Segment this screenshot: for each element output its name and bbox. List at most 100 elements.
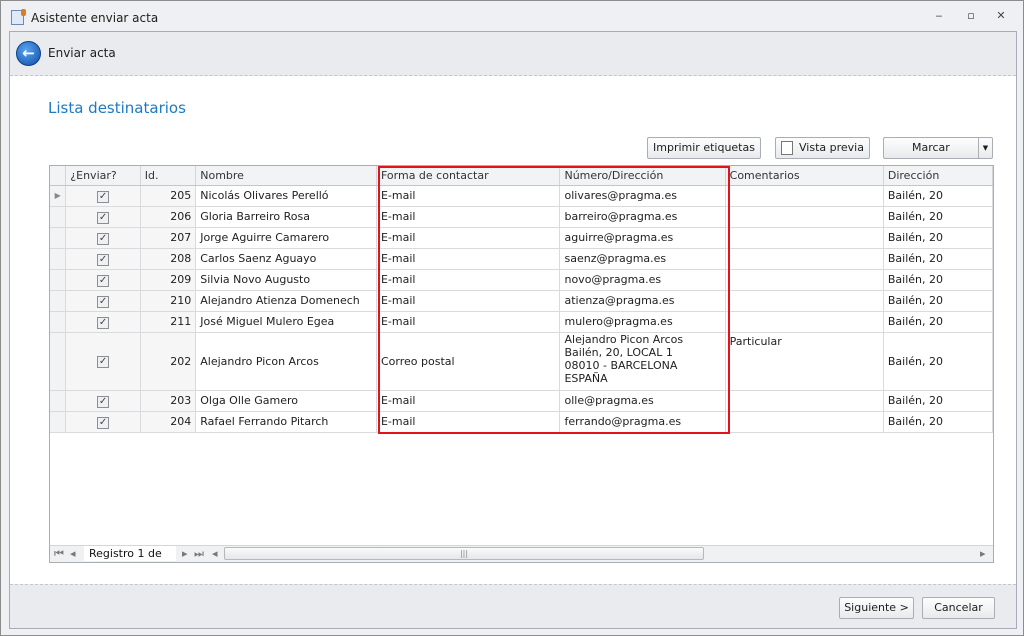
direction-cell: Bailén, 20 [883, 248, 993, 270]
name-cell: Alejandro Atienza Domenech [195, 290, 377, 312]
send-checkbox[interactable]: ✓ [97, 395, 110, 408]
table-row[interactable]: ▶ ✓ 205 Nicolás Olivares Perelló E-mail oliva… [50, 185, 993, 207]
column-header-comments[interactable]: Comentarios [725, 166, 884, 186]
comments-cell [725, 206, 884, 228]
cancel-button[interactable]: Cancelar [922, 597, 995, 619]
app-icon [11, 9, 26, 25]
id-cell: 206 [140, 206, 197, 228]
table-row[interactable]: ✓ 210 Alejandro Atienza Domenech E-mail atie… [50, 290, 993, 312]
contact-method-cell: E-mail [376, 248, 561, 270]
table-row[interactable]: ✓ 207 Jorge Aguirre Camarero E-mail aguirre@… [50, 227, 993, 249]
scroll-left-icon[interactable]: ◂ [212, 547, 218, 560]
comments-cell [725, 290, 884, 312]
horizontal-scrollbar-thumb[interactable]: ||| [224, 547, 704, 560]
send-checkbox[interactable]: ✓ [97, 190, 110, 203]
contact-method-cell: Correo postal [376, 332, 561, 391]
name-cell: Carlos Saenz Aguayo [195, 248, 377, 270]
maximize-button[interactable]: ▫ [961, 9, 981, 25]
table-row[interactable]: ✓ 211 José Miguel Mulero Egea E-mail mulero@… [50, 311, 993, 333]
preview-label: Vista previa [799, 141, 864, 154]
direction-cell: Bailén, 20 [883, 269, 993, 291]
print-labels-button[interactable]: Imprimir etiquetas [647, 137, 761, 159]
chevron-down-icon[interactable]: ▼ [978, 138, 992, 158]
send-checkbox[interactable]: ✓ [97, 253, 110, 266]
column-header-number-address[interactable]: Número/Dirección [559, 166, 726, 186]
table-row[interactable]: ✓ 202 Alejandro Picon Arcos Correo postal Al… [50, 332, 993, 391]
next-record-icon[interactable]: ▸ [182, 547, 188, 560]
row-indicator-header [50, 166, 67, 186]
row-indicator: ▶ [50, 185, 67, 207]
id-cell: 210 [140, 290, 197, 312]
comments-cell [725, 269, 884, 291]
column-header-send[interactable]: ¿Enviar? [65, 166, 141, 186]
send-checkbox-cell[interactable]: ✓ [65, 185, 141, 207]
address-cell: saenz@pragma.es [559, 248, 726, 270]
mark-dropdown-button[interactable]: Marcar ▼ [883, 137, 993, 159]
last-record-icon[interactable]: ⏭ [194, 547, 204, 561]
scroll-right-icon[interactable]: ▸ [980, 547, 986, 560]
send-checkbox-cell[interactable]: ✓ [65, 227, 141, 249]
name-cell: Olga Olle Gamero [195, 390, 377, 412]
send-checkbox-cell[interactable]: ✓ [65, 311, 141, 333]
direction-cell: Bailén, 20 [883, 390, 993, 412]
column-header-contact-method[interactable]: Forma de contactar [376, 166, 561, 186]
row-indicator [50, 290, 67, 312]
address-cell: mulero@pragma.es [559, 311, 726, 333]
send-checkbox[interactable]: ✓ [97, 316, 110, 329]
name-cell: Gloria Barreiro Rosa [195, 206, 377, 228]
next-button[interactable]: Siguiente > [839, 597, 914, 619]
table-row[interactable]: ✓ 209 Silvia Novo Augusto E-mail novo@pragma… [50, 269, 993, 291]
row-indicator [50, 311, 67, 333]
column-header-name[interactable]: Nombre [195, 166, 377, 186]
id-cell: 211 [140, 311, 197, 333]
contact-method-cell: E-mail [376, 411, 561, 433]
id-cell: 208 [140, 248, 197, 270]
contact-method-cell: E-mail [376, 206, 561, 228]
mark-label: Marcar [912, 141, 950, 154]
send-checkbox-cell[interactable]: ✓ [65, 269, 141, 291]
prev-record-icon[interactable]: ◂ [70, 547, 76, 560]
row-indicator [50, 248, 67, 270]
direction-cell: Bailén, 20 [883, 332, 993, 391]
direction-cell: Bailén, 20 [883, 227, 993, 249]
address-cell: ferrando@pragma.es [559, 411, 726, 433]
address-cell: barreiro@pragma.es [559, 206, 726, 228]
column-header-id[interactable]: Id. [140, 166, 197, 186]
send-checkbox[interactable]: ✓ [97, 416, 110, 429]
send-checkbox[interactable]: ✓ [97, 295, 110, 308]
table-row[interactable]: ✓ 206 Gloria Barreiro Rosa E-mail barreiro@p… [50, 206, 993, 228]
comments-cell [725, 390, 884, 412]
send-checkbox[interactable]: ✓ [97, 211, 110, 224]
row-indicator [50, 332, 67, 391]
send-checkbox-cell[interactable]: ✓ [65, 390, 141, 412]
contact-method-cell: E-mail [376, 185, 561, 207]
send-checkbox-cell[interactable]: ✓ [65, 206, 141, 228]
title-bar: Asistente enviar acta ‒ ▫ ✕ [1, 1, 1023, 31]
send-checkbox-cell[interactable]: ✓ [65, 332, 141, 391]
table-row[interactable]: ✓ 204 Rafael Ferrando Pitarch E-mail ferrand… [50, 411, 993, 433]
send-checkbox[interactable]: ✓ [97, 356, 110, 368]
preview-button[interactable]: Vista previa [775, 137, 870, 159]
address-cell: olivares@pragma.es [559, 185, 726, 207]
column-header-direction[interactable]: Dirección [883, 166, 993, 186]
address-cell: Alejandro Picon Arcos Bailén, 20, LOCAL … [559, 332, 726, 391]
direction-cell: Bailén, 20 [883, 185, 993, 207]
table-row[interactable]: ✓ 208 Carlos Saenz Aguayo E-mail saenz@pragm… [50, 248, 993, 270]
send-checkbox-cell[interactable]: ✓ [65, 290, 141, 312]
send-checkbox-cell[interactable]: ✓ [65, 411, 141, 433]
address-cell: olle@pragma.es [559, 390, 726, 412]
close-button[interactable]: ✕ [991, 9, 1011, 25]
row-indicator [50, 227, 67, 249]
minimize-button[interactable]: ‒ [929, 9, 949, 25]
back-button[interactable]: ← [16, 41, 41, 66]
send-checkbox[interactable]: ✓ [97, 232, 110, 245]
recipients-grid: ¿Enviar? Id. Nombre Forma de contactar N… [49, 165, 994, 563]
preview-icon [781, 141, 793, 155]
row-indicator [50, 390, 67, 412]
first-record-icon[interactable]: ⏮ [54, 547, 64, 561]
grid-navigator: ⏮ ◂ Registro 1 de 10 ▸ ⏭ ◂ ||| ▸ [50, 545, 993, 562]
table-row[interactable]: ✓ 203 Olga Olle Gamero E-mail olle@pragma.es… [50, 390, 993, 412]
send-checkbox[interactable]: ✓ [97, 274, 110, 287]
send-checkbox-cell[interactable]: ✓ [65, 248, 141, 270]
address-cell: aguirre@pragma.es [559, 227, 726, 249]
